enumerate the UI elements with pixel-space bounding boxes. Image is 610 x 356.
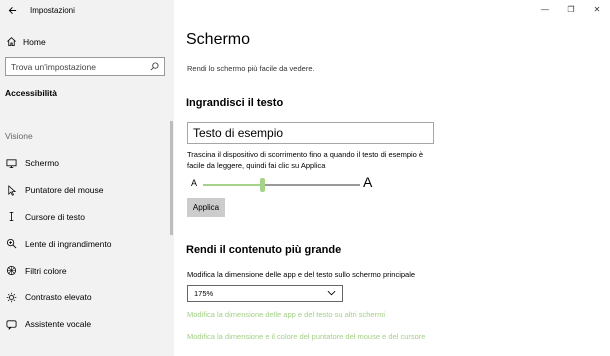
chevron-down-icon [327,289,336,298]
sidebar-item-assistente[interactable]: Assistente vocale [0,311,174,338]
app-title: Impostazioni [30,5,75,15]
sidebar-item-schermo[interactable]: Schermo [0,150,174,177]
main-content: — ❐ ✕ Schermo Rendi lo schermo più facil… [174,0,610,356]
minimize-icon: — [541,4,549,14]
sample-text: Testo di esempio [193,126,284,140]
other-displays-scale-link[interactable]: Modifica la dimensione delle app e del t… [187,310,385,319]
slider-thumb[interactable] [260,178,266,192]
sidebar-item-label: Assistente vocale [25,319,92,330]
back-arrow-icon [8,6,16,14]
text-size-heading: Ingrandisci il testo [186,97,284,109]
pointer-cursor-size-link[interactable]: Modifica la dimensione e il colore del p… [187,332,425,341]
search-placeholder: Trova un'impostazione [11,61,96,72]
monitor-icon [5,157,17,169]
apply-button[interactable]: Applica [187,198,225,217]
slider-fill [203,184,263,186]
minimize-button[interactable]: — [532,0,558,18]
content-size-heading: Rendi il contenuto più grande [186,244,342,256]
slider-min-label: A [191,178,198,188]
contrast-icon [5,291,17,303]
sidebar: Impostazioni Home Trova un'impostazione … [0,0,174,356]
slider-description: Trascina il dispositivo di scorrimento f… [187,150,424,170]
home-icon [5,36,17,48]
sidebar-item-label: Puntatore del mouse [25,185,104,196]
nav-home-label: Home [23,36,46,47]
restore-icon: ❐ [567,4,575,14]
nav-list: Schermo Puntatore del mouse Cursore di t… [0,150,174,338]
search-input[interactable]: Trova un'impostazione [5,57,165,76]
scale-value: 175% [194,289,214,298]
sidebar-item-filtri[interactable]: Filtri colore [0,257,174,284]
search-icon[interactable] [150,58,159,76]
sidebar-item-lente[interactable]: Lente di ingrandimento [0,230,174,257]
section-title: Accessibilità [5,88,57,98]
back-button[interactable] [4,2,20,18]
sidebar-item-label: Schermo [25,158,60,169]
nav-home[interactable]: Home [0,33,174,50]
slider-max-label: A [363,174,373,190]
sample-text-preview: Testo di esempio [187,122,434,144]
title-bar: Impostazioni [0,0,174,20]
sidebar-item-label: Lente di ingrandimento [25,238,112,249]
text-size-slider[interactable] [203,178,360,192]
text-cursor-icon [5,211,17,223]
page-subtitle: Rendi lo schermo più facile da vedere. [187,64,315,73]
group-label-vision: Visione [5,131,33,141]
sidebar-item-cursore[interactable]: Cursore di testo [0,204,174,231]
scale-dropdown[interactable]: 175% [187,285,343,302]
sidebar-item-contrasto[interactable]: Contrasto elevato [0,284,174,311]
scale-description: Modifica la dimensione delle app e del t… [187,270,416,279]
close-icon: ✕ [593,4,601,14]
color-filter-icon [5,265,17,277]
pointer-icon [5,184,17,196]
sidebar-item-label: Contrasto elevato [25,292,92,303]
close-button[interactable]: ✕ [584,0,610,18]
sidebar-item-puntatore[interactable]: Puntatore del mouse [0,177,174,204]
page-title: Schermo [186,31,251,48]
sidebar-scrollbar[interactable] [170,121,173,235]
window-controls: — ❐ ✕ [532,0,610,18]
sidebar-item-label: Filtri colore [25,265,67,276]
restore-button[interactable]: ❐ [558,0,584,18]
narrator-icon [5,318,17,330]
sidebar-item-label: Cursore di testo [25,211,85,222]
magnifier-icon [5,238,17,250]
